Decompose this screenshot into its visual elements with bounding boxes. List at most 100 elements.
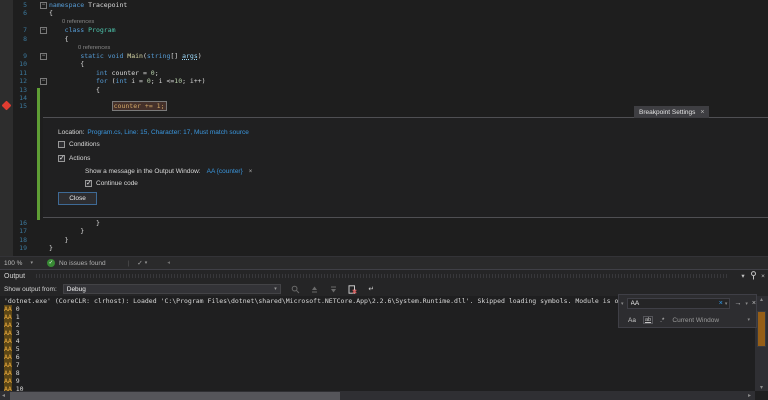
search-scope-dropdown[interactable]: Current Window <box>672 317 747 324</box>
output-title-bar[interactable]: Output ▾ × <box>0 270 768 282</box>
location-value[interactable]: Program.cs, Line: 15, Character: 17, Mus… <box>87 129 248 136</box>
fold-collapse-icon[interactable]: − <box>40 78 47 85</box>
code-text[interactable]: class Program <box>49 26 116 34</box>
close-button[interactable]: Close <box>58 192 97 205</box>
code-text[interactable]: for (int i = 0; i <=10; i++) <box>49 77 206 85</box>
search-match-highlight: AA <box>4 321 12 329</box>
code-text[interactable]: static void Main(string[] args) <box>49 52 202 60</box>
code-row: 9− static void Main(string[] args) <box>0 52 768 60</box>
line-number: 10 <box>0 60 30 68</box>
message-row: Show a message in the Output Window: AA … <box>85 168 252 175</box>
line-number: 18 <box>0 236 30 244</box>
find-options-icon[interactable]: ▾ <box>745 301 748 307</box>
peek-tab-close-icon[interactable]: × <box>700 109 704 116</box>
scrollbar-thumb[interactable] <box>10 392 340 400</box>
output-source-value: Debug <box>67 286 274 293</box>
code-text[interactable]: { <box>49 86 100 94</box>
code-row: 13 { <box>0 86 768 94</box>
find-message-icon[interactable] <box>291 285 300 294</box>
scroll-down-icon[interactable]: ▾ <box>755 384 768 391</box>
window-position-icon[interactable]: ▾ <box>738 272 748 280</box>
search-match-highlight: AA <box>4 361 12 369</box>
code-cleanup-control[interactable]: ✓ ▾ <box>137 259 147 267</box>
drag-handle[interactable] <box>35 274 728 278</box>
check-icon: ✓ <box>86 180 92 187</box>
continue-checkbox[interactable]: ✓ <box>85 180 92 187</box>
scrollbar-thumb[interactable] <box>757 311 766 347</box>
breakpoint-settings-tab[interactable]: Breakpoint Settings × <box>634 106 709 118</box>
find-options-row: Aa ab .* Current Window ▾ <box>619 312 756 328</box>
close-icon[interactable]: × <box>758 273 768 280</box>
chevron-down-icon[interactable]: ▾ <box>747 317 750 323</box>
expand-search-icon[interactable]: ▾ <box>621 301 624 307</box>
regex-icon[interactable]: .* <box>660 317 664 324</box>
code-text[interactable]: } <box>49 219 100 227</box>
previous-message-icon[interactable] <box>310 285 319 294</box>
next-message-icon[interactable] <box>329 285 338 294</box>
code-text[interactable]: counter += 1; <box>49 102 167 110</box>
chevron-down-icon[interactable]: ▾ <box>30 260 33 266</box>
location-label: Location: <box>58 129 84 136</box>
line-number: 17 <box>0 227 30 235</box>
whole-word-icon[interactable]: ab <box>643 316 653 324</box>
scroll-left-icon[interactable]: ◂ <box>2 392 5 399</box>
remove-message-icon[interactable]: × <box>249 169 253 175</box>
match-case-icon[interactable]: Aa <box>628 317 636 324</box>
code-text[interactable]: { <box>49 60 84 68</box>
clear-all-icon[interactable] <box>348 285 357 294</box>
output-source-dropdown[interactable]: Debug ▾ <box>63 284 281 294</box>
message-value[interactable]: AA {counter} <box>207 168 243 175</box>
code-text[interactable]: { <box>49 35 69 43</box>
actions-row[interactable]: ✓ Actions <box>58 155 90 162</box>
separator: | <box>128 260 130 267</box>
conditions-row[interactable]: Conditions <box>58 141 100 148</box>
search-box[interactable]: × ▾ <box>627 298 731 309</box>
scroll-right-icon[interactable]: ▸ <box>748 392 751 399</box>
code-text[interactable]: } <box>49 227 84 235</box>
clear-search-icon[interactable]: × <box>719 300 723 307</box>
code-row: 12− for (int i = 0; i <=10; i++) <box>0 77 768 85</box>
search-history-icon[interactable]: ▾ <box>725 301 728 307</box>
pin-icon[interactable] <box>748 271 758 282</box>
code-text[interactable]: } <box>49 244 53 252</box>
continue-row[interactable]: ✓ Continue code <box>85 180 138 187</box>
line-number: 15 <box>0 102 30 110</box>
code-row: 11 int counter = 0; <box>0 69 768 77</box>
fold-collapse-icon[interactable]: − <box>40 53 47 60</box>
code-row: 6{ <box>0 9 768 17</box>
search-input[interactable] <box>628 300 719 307</box>
code-text[interactable]: namespace Tracepoint <box>49 1 127 9</box>
search-match-highlight: AA <box>4 337 12 345</box>
fold-collapse-icon[interactable]: − <box>40 2 47 9</box>
close-find-icon[interactable]: × <box>752 300 756 307</box>
show-output-from-label: Show output from: <box>4 286 57 293</box>
check-icon: ✓ <box>59 155 65 162</box>
zoom-control[interactable]: 100 % ▾ <box>4 260 33 267</box>
search-match-highlight: AA <box>4 353 12 361</box>
actions-checkbox[interactable]: ✓ <box>58 155 65 162</box>
horizontal-scrollbar[interactable]: ◂ ▸ <box>0 391 755 400</box>
codelens-row: 0 references <box>0 18 768 26</box>
search-match-highlight: AA <box>4 305 12 313</box>
scroll-left-icon[interactable]: ◂ <box>167 260 170 266</box>
line-number: 19 <box>0 244 30 252</box>
line-number: 8 <box>0 35 30 43</box>
conditions-checkbox[interactable] <box>58 141 65 148</box>
code-text[interactable]: int counter = 0; <box>49 69 159 77</box>
line-number: 7 <box>0 26 30 34</box>
peek-tab-title: Breakpoint Settings <box>639 109 695 116</box>
code-row: 16 } <box>0 219 768 227</box>
fold-collapse-icon[interactable]: − <box>40 27 47 34</box>
code-text[interactable]: { <box>49 9 53 17</box>
chevron-down-icon: ▾ <box>274 286 277 292</box>
line-number: 13 <box>0 86 30 94</box>
find-next-icon[interactable]: → <box>734 300 741 307</box>
code-health-indicator[interactable]: ✓ No issues found <box>47 259 106 267</box>
output-line: AA 6 <box>4 353 752 361</box>
word-wrap-icon[interactable]: ↵ <box>367 285 376 294</box>
actions-label: Actions <box>69 155 90 162</box>
find-row: ▾ × ▾ → ▾ × <box>619 295 756 312</box>
output-line: AA 3 <box>4 329 752 337</box>
line-number: 16 <box>0 219 30 227</box>
code-text[interactable]: } <box>49 236 69 244</box>
